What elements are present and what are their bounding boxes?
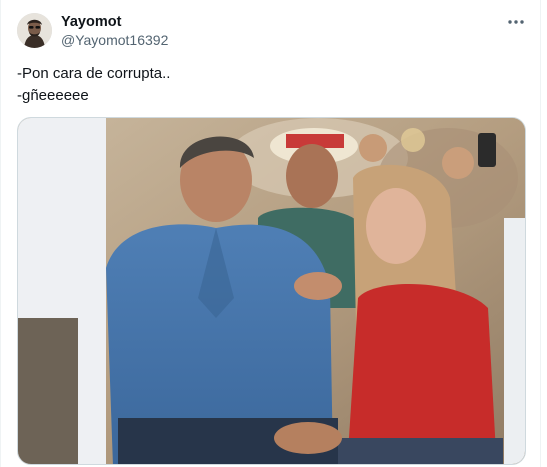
more-horizontal-icon <box>508 20 524 24</box>
author-name[interactable]: Yayomot <box>61 14 121 31</box>
author-handle[interactable]: @Yayomot16392 <box>61 32 168 49</box>
tweet-text: -Pon cara de corrupta.. -gñeeeeee <box>17 63 507 107</box>
left-border <box>0 0 1 467</box>
user-avatar-icon <box>17 13 52 48</box>
tweet-photo[interactable] <box>17 117 526 465</box>
avatar[interactable] <box>17 13 52 48</box>
tweet-text-line: -gñeeeeee <box>17 87 89 104</box>
photo-image <box>18 118 525 464</box>
right-border <box>540 0 541 467</box>
more-options-button[interactable] <box>505 12 527 32</box>
tweet-text-line: -Pon cara de corrupta.. <box>17 65 171 82</box>
